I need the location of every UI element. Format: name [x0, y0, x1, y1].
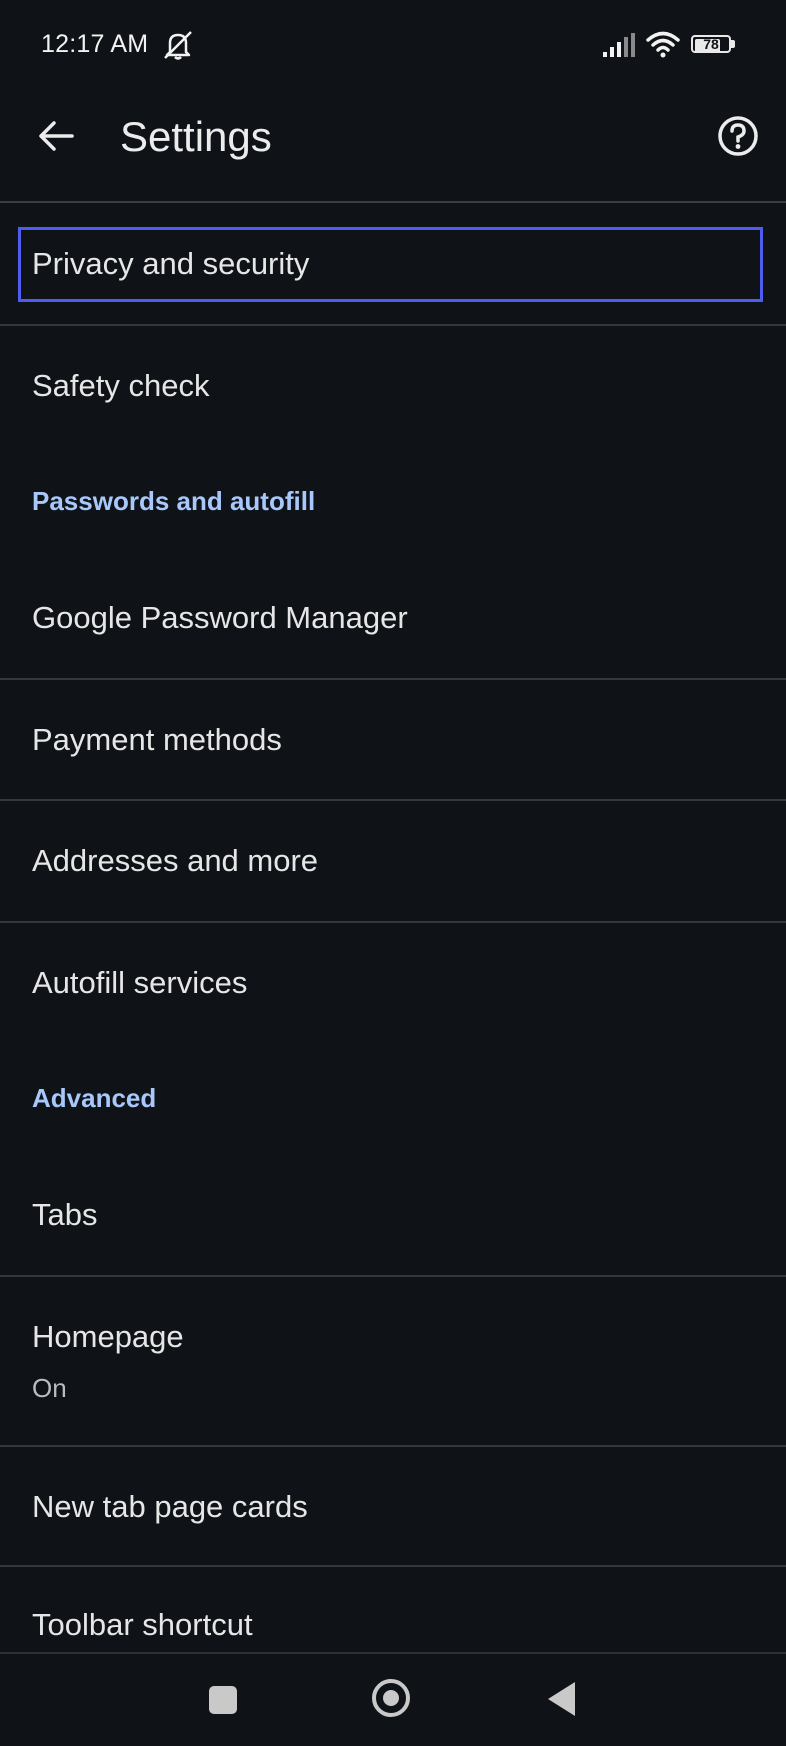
battery-icon: 78	[691, 35, 737, 55]
settings-item-addresses-and-more[interactable]: Addresses and more	[0, 801, 786, 921]
page-title: Settings	[120, 113, 272, 160]
help-button[interactable]	[710, 108, 766, 164]
help-circle-icon	[718, 116, 758, 156]
section-header-passwords-and-autofill: Passwords and autofill	[32, 486, 316, 516]
arrow-left-icon	[39, 121, 74, 151]
settings-item-privacy-and-security[interactable]: Privacy and security	[0, 203, 786, 324]
settings-item-payment-methods[interactable]: Payment methods	[0, 680, 786, 799]
settings-item-label: Addresses and more	[32, 843, 319, 878]
settings-item-label: Google Password Manager	[32, 600, 408, 635]
settings-item-google-password-manager[interactable]: Google Password Manager	[0, 560, 786, 678]
back-triangle-icon[interactable]	[548, 1682, 575, 1716]
back-button[interactable]	[28, 108, 84, 164]
settings-item-toolbar-shortcut[interactable]: Toolbar shortcut	[0, 1567, 786, 1652]
settings-item-label: Tabs	[32, 1197, 98, 1232]
battery-tip	[731, 40, 735, 48]
status-bar: 12:17 AM 78	[0, 0, 786, 92]
settings-item-label: Privacy and security	[32, 246, 310, 281]
section-header-advanced: Advanced	[32, 1083, 157, 1113]
settings-item-label: Payment methods	[32, 722, 282, 757]
settings-item-label: Safety check	[32, 368, 210, 403]
settings-item-label: Homepage	[32, 1319, 184, 1354]
system-nav-bar	[0, 1652, 786, 1746]
status-time: 12:17 AM	[41, 30, 149, 58]
wifi-icon	[646, 31, 680, 58]
settings-item-new-tab-page-cards[interactable]: New tab page cards	[0, 1447, 786, 1565]
settings-item-label: Toolbar shortcut	[32, 1607, 253, 1642]
settings-item-label: New tab page cards	[32, 1489, 308, 1524]
settings-item-status: On	[32, 1373, 67, 1403]
settings-item-homepage[interactable]: Homepage On	[0, 1277, 786, 1445]
settings-item-safety-check[interactable]: Safety check	[0, 326, 786, 446]
settings-item-autofill-services[interactable]: Autofill services	[0, 923, 786, 1043]
app-bar: Settings	[0, 92, 786, 202]
signal-icon	[603, 33, 635, 57]
settings-item-tabs[interactable]: Tabs	[0, 1156, 786, 1275]
mute-icon	[164, 31, 192, 60]
settings-item-label: Autofill services	[32, 965, 248, 1000]
battery-level: 78	[703, 36, 719, 52]
home-dot	[383, 1690, 399, 1706]
home-circle-icon[interactable]	[372, 1679, 410, 1717]
recents-square-icon[interactable]	[209, 1686, 237, 1714]
